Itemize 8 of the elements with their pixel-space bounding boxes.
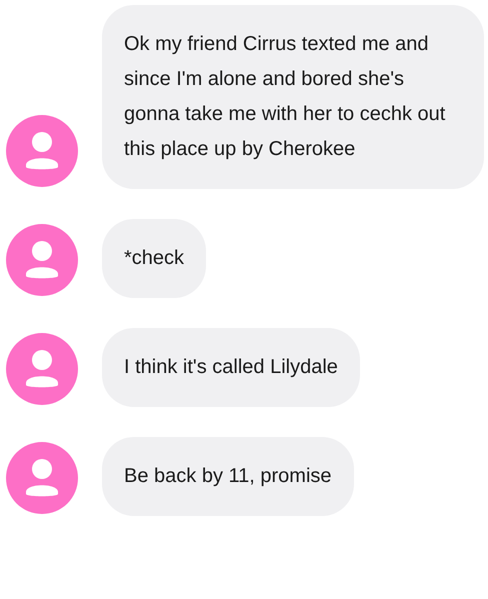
avatar-icon xyxy=(6,224,78,296)
avatar-icon xyxy=(6,333,78,405)
avatar-icon xyxy=(6,115,78,187)
message-bubble: *check xyxy=(102,219,206,298)
avatar-icon xyxy=(6,442,78,514)
message-bubble: Ok my friend Cirrus texted me and since I'm alone and bored she's gonna take me with her to cechk out this place up by Cherokee xyxy=(102,5,484,189)
message-bubble: I think it's called Lilydale xyxy=(102,328,360,407)
message-bubble: Be back by 11, promise xyxy=(102,437,354,516)
